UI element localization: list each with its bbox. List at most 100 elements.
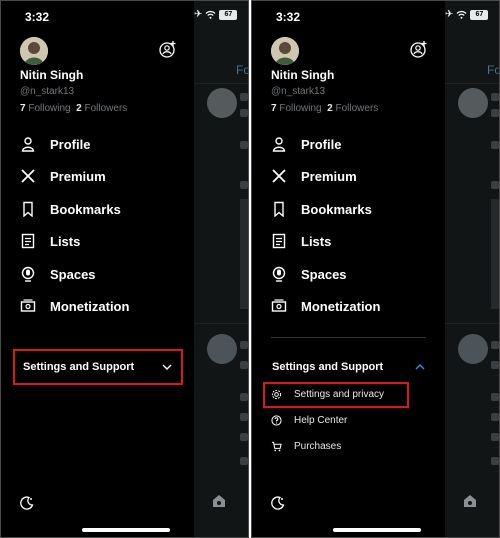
followers-label[interactable]: Followers [336, 103, 379, 114]
post-text-fragment [240, 457, 248, 465]
post-avatar[interactable] [458, 334, 488, 364]
following-count[interactable]: 7 [271, 103, 277, 114]
left-screenshot: For 3:32 [0, 0, 249, 538]
tab-for-you-fragment[interactable]: For [236, 63, 248, 77]
post-text-fragment [240, 93, 248, 101]
home-indicator [82, 528, 170, 532]
person-icon [21, 137, 35, 152]
home-icon[interactable] [462, 493, 478, 509]
status-time: 3:32 [276, 10, 301, 24]
post-avatar[interactable] [207, 88, 237, 118]
add-account-icon[interactable] [159, 40, 177, 58]
divider [271, 337, 426, 338]
post-text-fragment [240, 361, 248, 369]
post-text-fragment [491, 361, 499, 369]
post-text-fragment [240, 341, 248, 349]
microphone-icon [272, 266, 286, 282]
side-drawer: 3:32 Nitin Singh @n_stark13 7 Following … [1, 1, 194, 537]
menu-item-label: Monetization [50, 298, 130, 314]
avatar[interactable] [20, 37, 48, 65]
post-text-fragment [240, 181, 248, 189]
post-text-fragment [491, 141, 499, 149]
home-indicator [333, 528, 421, 532]
follow-stats: 7 Following 2 Followers [271, 103, 378, 114]
right-screenshot: For 3:32 [251, 0, 500, 538]
menu-item-label: Monetization [301, 298, 381, 314]
menu-item-lists[interactable]: Lists [20, 233, 80, 249]
menu-item-profile[interactable]: Profile [271, 136, 341, 152]
post-text-fragment [491, 109, 499, 117]
following-label[interactable]: Following [28, 103, 70, 114]
menu-item-lists[interactable]: Lists [271, 233, 331, 249]
status-icons: ✈ 67 [445, 9, 489, 20]
menu-item-profile[interactable]: Profile [20, 136, 90, 152]
settings-and-support-toggle[interactable]: Settings and Support [13, 349, 183, 385]
settings-and-support-label: Settings and Support [23, 361, 135, 373]
profile-handle: @n_stark13 [271, 86, 326, 97]
post-media[interactable] [491, 199, 499, 309]
settings-and-support-label: Settings and Support [272, 361, 384, 373]
menu-item-label: Profile [50, 136, 91, 152]
profile-handle: @n_stark13 [20, 86, 75, 97]
wifi-icon [205, 10, 216, 19]
submenu-item-help-center[interactable]: Help Center [271, 415, 347, 426]
followers-count[interactable]: 2 [327, 103, 333, 114]
money-icon [271, 299, 287, 312]
submenu-item-purchases[interactable]: Purchases [271, 441, 341, 452]
chevron-down-icon [162, 364, 172, 370]
home-icon[interactable] [211, 493, 227, 509]
post-media[interactable] [240, 199, 248, 309]
tab-for-you-fragment[interactable]: For [487, 63, 499, 77]
bookmark-icon [23, 201, 33, 217]
profile-name[interactable]: Nitin Singh [271, 68, 334, 82]
settings-and-support-toggle[interactable]: Settings and Support [264, 349, 434, 385]
moon-icon[interactable] [271, 496, 285, 510]
post-text-fragment [240, 413, 248, 421]
menu-item-label: Premium [301, 168, 357, 184]
profile-name[interactable]: Nitin Singh [20, 68, 83, 82]
bookmark-icon [274, 201, 284, 217]
submenu-item-settings-and-privacy[interactable]: Settings and privacy [271, 389, 384, 400]
post-avatar[interactable] [207, 334, 237, 364]
following-label[interactable]: Following [279, 103, 321, 114]
add-account-icon[interactable] [410, 40, 428, 58]
cart-icon [271, 441, 282, 452]
x-logo-icon [21, 169, 35, 183]
followers-label[interactable]: Followers [85, 103, 128, 114]
menu-item-monetization[interactable]: Monetization [20, 298, 129, 314]
menu-item-bookmarks[interactable]: Bookmarks [271, 201, 372, 217]
menu-item-label: Bookmarks [50, 201, 121, 217]
divider [194, 323, 248, 324]
menu-item-monetization[interactable]: Monetization [271, 298, 380, 314]
divider [194, 83, 248, 84]
chevron-up-icon [415, 364, 425, 370]
wifi-icon [456, 10, 467, 19]
post-text-fragment [491, 457, 499, 465]
status-icons: ✈ 67 [194, 9, 238, 20]
divider [445, 83, 499, 84]
post-text-fragment [240, 109, 248, 117]
profile-photo [20, 37, 48, 65]
menu-item-spaces[interactable]: Spaces [20, 266, 96, 282]
followers-count[interactable]: 2 [76, 103, 82, 114]
person-icon [272, 137, 286, 152]
menu-item-spaces[interactable]: Spaces [271, 266, 347, 282]
post-avatar[interactable] [458, 88, 488, 118]
moon-icon[interactable] [20, 496, 34, 510]
menu-item-bookmarks[interactable]: Bookmarks [20, 201, 121, 217]
divider [445, 323, 499, 324]
airplane-icon: ✈ [445, 9, 454, 20]
following-count[interactable]: 7 [20, 103, 26, 114]
x-logo-icon [272, 169, 286, 183]
menu-item-label: Spaces [50, 266, 96, 282]
submenu-item-label: Purchases [294, 441, 342, 452]
post-text-fragment [240, 141, 248, 149]
post-text-fragment [240, 393, 248, 401]
menu-item-label: Spaces [301, 266, 347, 282]
timeline-background: For [194, 1, 248, 537]
side-drawer: 3:32 Nitin Singh @n_stark13 7 Following … [252, 1, 445, 537]
post-text-fragment [491, 393, 499, 401]
menu-item-premium[interactable]: Premium [271, 168, 357, 184]
avatar[interactable] [271, 37, 299, 65]
menu-item-premium[interactable]: Premium [20, 168, 106, 184]
